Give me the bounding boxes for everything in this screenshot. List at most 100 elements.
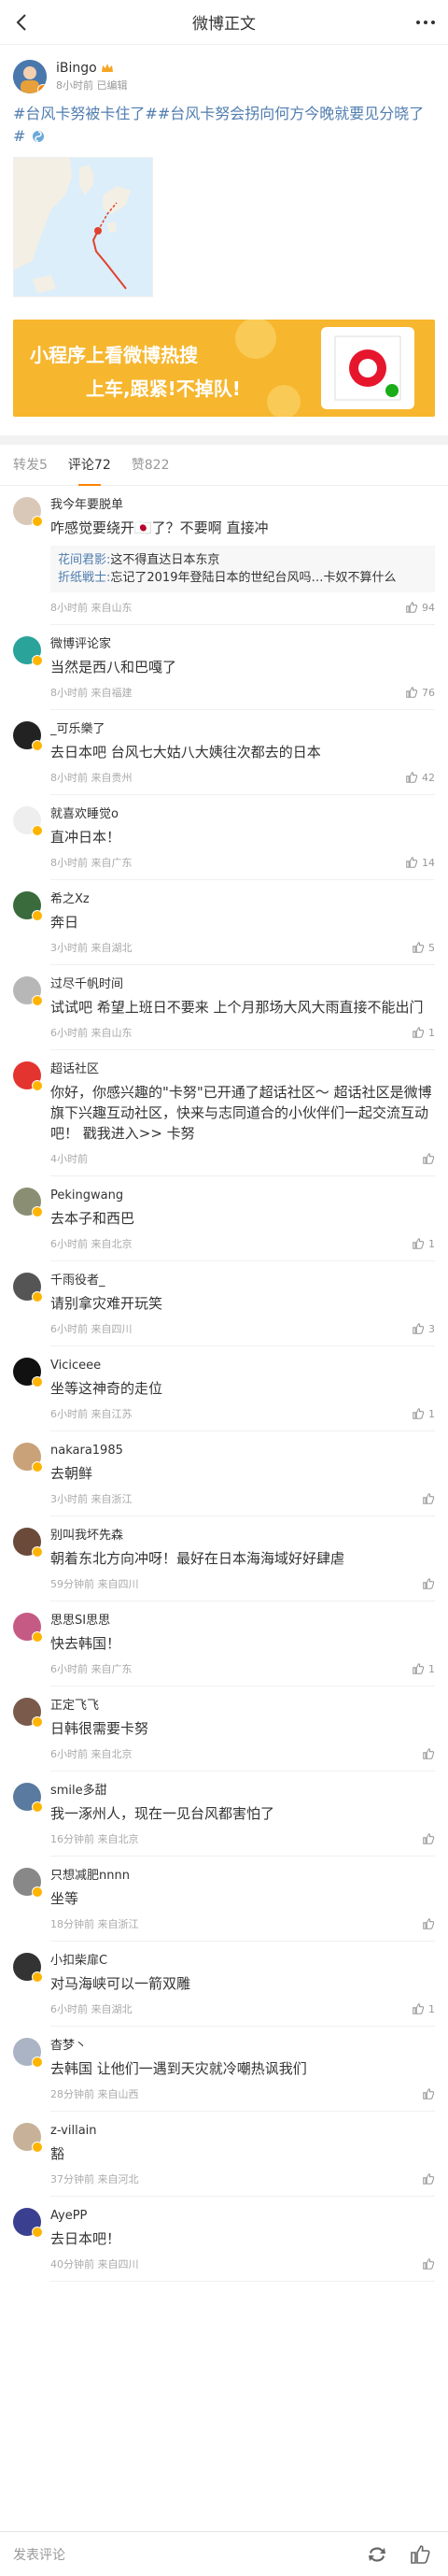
like-button[interactable]: 1 [412, 2002, 435, 2015]
like-button[interactable]: 14 [405, 856, 435, 869]
hashtag-link[interactable]: #台风卡努被卡住了# [13, 105, 158, 122]
comment-item[interactable]: 杳梦丶 去韩国 让他们一遇到天灾就冷嘲热讽我们 28分钟前 来自山西 [0, 2027, 448, 2112]
like-button[interactable] [422, 1577, 435, 1590]
comment-item[interactable]: z-villain 豁 37分钟前 来自河北 [0, 2112, 448, 2197]
avatar[interactable] [13, 497, 43, 527]
comment-author[interactable]: Viciceee [50, 1358, 435, 1374]
avatar[interactable] [13, 1698, 43, 1728]
like-button[interactable] [422, 1747, 435, 1760]
like-button[interactable] [422, 1832, 435, 1845]
comment-item[interactable]: 别叫我坏先森 朝着东北方向冲呀！最好在日本海海域好好肆虐 59分钟前 来自四川 [0, 1516, 448, 1601]
mini-program-banner[interactable]: 小程序上看微博热搜 上车,跟紧!不掉队! [13, 320, 435, 417]
comment-item[interactable]: 小扣柴扉C 对马海峡可以一箭双雕 6小时前 来自湖北 1 [0, 1942, 448, 2027]
avatar[interactable] [13, 1783, 43, 1813]
comment-author[interactable]: 别叫我坏先森 [50, 1528, 435, 1544]
verified-badge-icon [32, 825, 43, 836]
avatar[interactable] [13, 1528, 43, 1558]
avatar[interactable] [13, 2123, 43, 2153]
avatar[interactable] [13, 1953, 43, 1983]
more-icon[interactable] [416, 21, 435, 24]
comment-author[interactable]: AyePP [50, 2208, 435, 2225]
verified-badge-icon [32, 655, 43, 666]
avatar[interactable] [13, 721, 43, 751]
comment-item[interactable]: smile多甜 我一涿州人，现在一见台风都害怕了 16分钟前 来自北京 [0, 1772, 448, 1857]
comment-author[interactable]: 千雨役者_ [50, 1273, 435, 1289]
like-button[interactable]: 76 [405, 686, 435, 699]
comment-item[interactable]: AyePP 去日本吧！ 40分钟前 来自四川 [0, 2197, 448, 2282]
typhoon-map-image[interactable] [13, 157, 153, 297]
tab-comment[interactable]: 评论72 [68, 445, 111, 486]
author-name[interactable]: iBingo [56, 61, 97, 76]
comment-item[interactable]: Viciceee 坐等这神奇的走位 6小时前 来自江苏 1 [0, 1346, 448, 1431]
comment-body: AyePP 去日本吧！ 40分钟前 来自四川 [50, 2208, 435, 2282]
comment-item[interactable]: 希之Xz 奔日 3小时前 来自湖北 5 [0, 880, 448, 965]
comment-input[interactable]: 发表评论 [13, 2545, 345, 2564]
reply-author[interactable]: 花间君影: [58, 553, 110, 567]
comment-item[interactable]: _可乐樂了 去日本吧 台风七大姑八大姨往次都去的日本 8小时前 来自贵州 42 [0, 710, 448, 795]
comment-author[interactable]: Pekingwang [50, 1188, 435, 1204]
tab-like[interactable]: 赞822 [132, 445, 170, 486]
avatar[interactable] [13, 1273, 43, 1302]
like-button[interactable]: 1 [412, 1237, 435, 1250]
avatar[interactable] [13, 1443, 43, 1473]
avatar[interactable] [13, 2208, 43, 2238]
reply-author[interactable]: 折纸戦士: [58, 571, 110, 585]
comment-author[interactable]: 正定飞飞 [50, 1698, 435, 1715]
like-button[interactable]: 1 [412, 1662, 435, 1675]
reply-box[interactable]: 花间君影:这不得直达日本东京 折纸戦士:忘记了2019年登陆日本的世纪台风吗…卡奴… [50, 546, 435, 592]
like-button[interactable]: 94 [405, 601, 435, 614]
like-button[interactable] [422, 1917, 435, 1930]
avatar[interactable] [13, 891, 43, 921]
avatar[interactable] [13, 1188, 43, 1217]
like-icon[interactable] [409, 2543, 435, 2566]
like-button[interactable]: 3 [412, 1322, 435, 1335]
comment-author[interactable]: 杳梦丶 [50, 2038, 435, 2055]
like-button[interactable]: 1 [412, 1026, 435, 1039]
comment-item[interactable]: 超话社区 你好，你感兴趣的"卡努"已开通了超话社区～ 超话社区是微博旗下兴趣互动社… [0, 1050, 448, 1176]
comment-author[interactable]: 只想减肥nnnn [50, 1868, 435, 1885]
like-button[interactable] [422, 2087, 435, 2100]
comment-item[interactable]: Pekingwang 去本子和西巴 6小时前 来自北京 1 [0, 1176, 448, 1261]
avatar[interactable] [13, 1358, 43, 1388]
comment-author[interactable]: 过尽千帆时间 [50, 976, 435, 993]
avatar[interactable] [13, 1868, 43, 1898]
comment-author[interactable]: _可乐樂了 [50, 721, 435, 738]
comment-item[interactable]: 我今年要脱单 咋感觉要绕开🇯🇵了？不要啊 直接冲 花间君影:这不得直达日本东京 折纸戦… [0, 486, 448, 625]
comment-item[interactable]: 只想减肥nnnn 坐等 18分钟前 来自浙江 [0, 1857, 448, 1942]
like-button[interactable] [422, 1152, 435, 1165]
comment-author[interactable]: 希之Xz [50, 891, 435, 908]
tab-repost[interactable]: 转发5 [13, 445, 48, 486]
comment-item[interactable]: 正定飞飞 日韩很需要卡努 6小时前 来自北京 [0, 1686, 448, 1772]
comment-author[interactable]: 我今年要脱单 [50, 497, 435, 514]
comment-footer: 6小时前 来自北京 1 [50, 1236, 435, 1251]
avatar[interactable] [13, 1613, 43, 1643]
avatar[interactable] [13, 806, 43, 836]
back-arrow-icon[interactable] [11, 11, 34, 34]
comment-author[interactable]: 小扣柴扉C [50, 1953, 435, 1970]
comment-author[interactable]: smile多甜 [50, 1783, 435, 1800]
like-button[interactable] [422, 2257, 435, 2270]
comment-author[interactable]: 超话社区 [50, 1061, 435, 1078]
repost-icon[interactable] [364, 2543, 390, 2566]
comment-author[interactable]: nakara1985 [50, 1443, 435, 1459]
comment-author[interactable]: 微博评论家 [50, 636, 435, 653]
avatar[interactable] [13, 60, 47, 93]
comment-item[interactable]: 千雨役者_ 请别拿灾难开玩笑 6小时前 来自四川 3 [0, 1261, 448, 1346]
avatar[interactable] [13, 636, 43, 666]
comment-item[interactable]: 过尽千帆时间 试试吧 希望上班日不要来 上个月那场大风大雨直接不能出门 6小时前 来… [0, 965, 448, 1050]
like-button[interactable]: 5 [412, 941, 435, 954]
like-button[interactable] [422, 1492, 435, 1505]
comment-author[interactable]: z-villain [50, 2123, 435, 2140]
comment-item[interactable]: 思思SI思思 快去韩国！ 6小时前 来自广东 1 [0, 1601, 448, 1686]
comment-author[interactable]: 思思SI思思 [50, 1613, 435, 1630]
comment-author[interactable]: 就喜欢睡觉o [50, 806, 435, 823]
like-button[interactable]: 42 [405, 771, 435, 784]
avatar[interactable] [13, 976, 43, 1006]
like-button[interactable] [422, 2172, 435, 2185]
comment-item[interactable]: nakara1985 去朝鲜 3小时前 来自浙江 [0, 1431, 448, 1516]
avatar[interactable] [13, 1061, 43, 1091]
avatar[interactable] [13, 2038, 43, 2068]
like-button[interactable]: 1 [412, 1407, 435, 1420]
comment-item[interactable]: 就喜欢睡觉o 直冲日本！ 8小时前 来自广东 14 [0, 795, 448, 880]
comment-item[interactable]: 微博评论家 当然是西八和巴嘎了 8小时前 来自福建 76 [0, 625, 448, 710]
